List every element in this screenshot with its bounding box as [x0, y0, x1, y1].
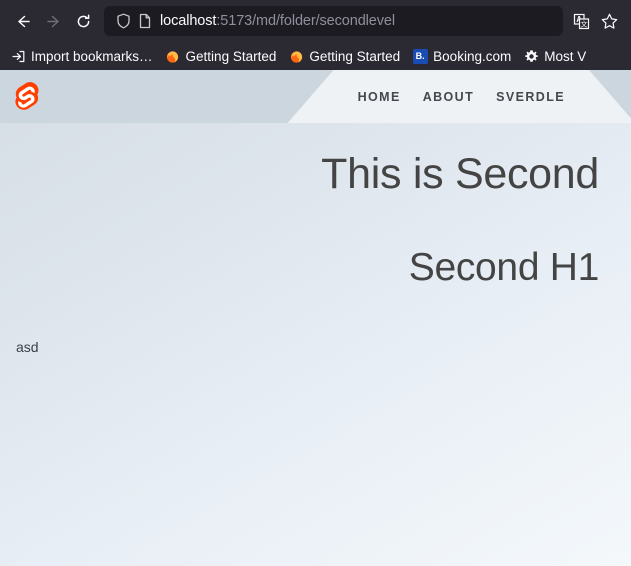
page-paragraph: asd	[16, 339, 39, 356]
firefox-icon	[288, 48, 304, 64]
bookmarks-bar: Import bookmarks… Getting Started Gettin…	[0, 42, 631, 70]
page-info-icon[interactable]	[134, 13, 156, 29]
url-host: localhost	[160, 13, 217, 29]
svelte-logo[interactable]	[0, 70, 53, 123]
nav-link-sverdle[interactable]: Sverdle	[496, 90, 565, 104]
gear-glyph	[524, 49, 538, 62]
nav-link-home[interactable]: Home	[358, 90, 401, 104]
shield-glyph	[116, 13, 130, 29]
forward-button[interactable]	[38, 6, 68, 36]
back-arrow-icon	[17, 15, 30, 27]
forward-arrow-icon	[46, 15, 59, 27]
translate-button[interactable]: A 文	[567, 7, 595, 35]
bookmark-booking-com[interactable]: B. Booking.com	[406, 45, 517, 67]
booking-favicon: B.	[412, 48, 428, 64]
back-button[interactable]	[8, 6, 38, 36]
bookmark-label: Import bookmarks…	[31, 48, 153, 64]
firefox-glyph	[290, 50, 302, 63]
bookmark-label: Getting Started	[309, 48, 401, 64]
translate-icon: A 文	[573, 13, 589, 29]
url-bar[interactable]: localhost:5173/md/folder/secondlevel	[104, 6, 563, 36]
import-icon	[10, 48, 26, 64]
bookmark-import-bookmarks[interactable]: Import bookmarks…	[4, 45, 159, 67]
page-heading-second: Second H1	[408, 246, 600, 290]
browser-toolbar: localhost:5173/md/folder/secondlevel A 文	[0, 0, 631, 42]
reload-icon	[77, 13, 89, 27]
page-viewport: Home About Sverdle This is Second Second…	[0, 70, 631, 566]
nav-links: Home About Sverdle	[358, 90, 565, 104]
app-header: Home About Sverdle	[0, 70, 631, 123]
url-path: :5173/md/folder/secondlevel	[216, 13, 396, 29]
star-icon	[601, 13, 617, 29]
bookmark-label: Most V	[544, 48, 587, 64]
firefox-icon	[165, 48, 181, 64]
nav-shape: Home About Sverdle	[334, 70, 589, 123]
toolbar-actions: A 文	[567, 7, 623, 35]
bookmark-star-button[interactable]	[595, 7, 623, 35]
bookmark-most-visited[interactable]: Most V	[517, 45, 592, 67]
bookmark-getting-started-2[interactable]: Getting Started	[282, 45, 406, 67]
gear-icon	[523, 48, 539, 64]
page-heading-main: This is Second	[321, 150, 599, 198]
url-text: localhost:5173/md/folder/secondlevel	[160, 13, 395, 29]
bookmark-getting-started-1[interactable]: Getting Started	[159, 45, 283, 67]
svg-text:文: 文	[580, 19, 587, 28]
nav-link-about[interactable]: About	[423, 90, 474, 104]
document-glyph	[139, 13, 151, 29]
svelte-logo-icon	[15, 82, 39, 110]
import-glyph	[11, 50, 24, 62]
firefox-glyph	[166, 50, 179, 63]
page-main-content: This is Second Second H1 asd	[0, 123, 631, 566]
app-nav: Home About Sverdle	[334, 70, 589, 123]
reload-button[interactable]	[68, 6, 98, 36]
bookmark-label: Getting Started	[185, 48, 277, 64]
booking-favicon-badge: B.	[412, 48, 428, 64]
bookmark-label: Booking.com	[433, 48, 512, 64]
shield-icon[interactable]	[112, 13, 134, 29]
browser-window: localhost:5173/md/folder/secondlevel A 文	[0, 0, 631, 566]
